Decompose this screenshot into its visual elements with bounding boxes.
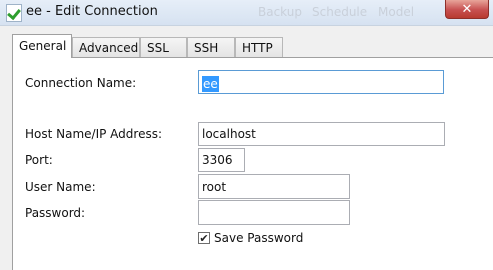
port-input[interactable] xyxy=(198,148,245,172)
checkmark-icon: ✔ xyxy=(199,231,209,245)
save-password-label[interactable]: Save Password xyxy=(214,231,303,245)
connection-name-input[interactable] xyxy=(198,70,444,94)
user-name-label: User Name: xyxy=(25,180,96,194)
connection-name-selected-text: ee xyxy=(202,76,219,92)
connection-name-label: Connection Name: xyxy=(25,76,137,90)
user-name-input[interactable] xyxy=(198,174,350,199)
host-input[interactable] xyxy=(198,122,445,146)
save-password-checkbox[interactable]: ✔ xyxy=(198,232,210,244)
password-input[interactable] xyxy=(198,200,350,225)
host-label: Host Name/IP Address: xyxy=(25,127,163,141)
password-label: Password: xyxy=(25,206,86,220)
port-label: Port: xyxy=(25,153,53,167)
